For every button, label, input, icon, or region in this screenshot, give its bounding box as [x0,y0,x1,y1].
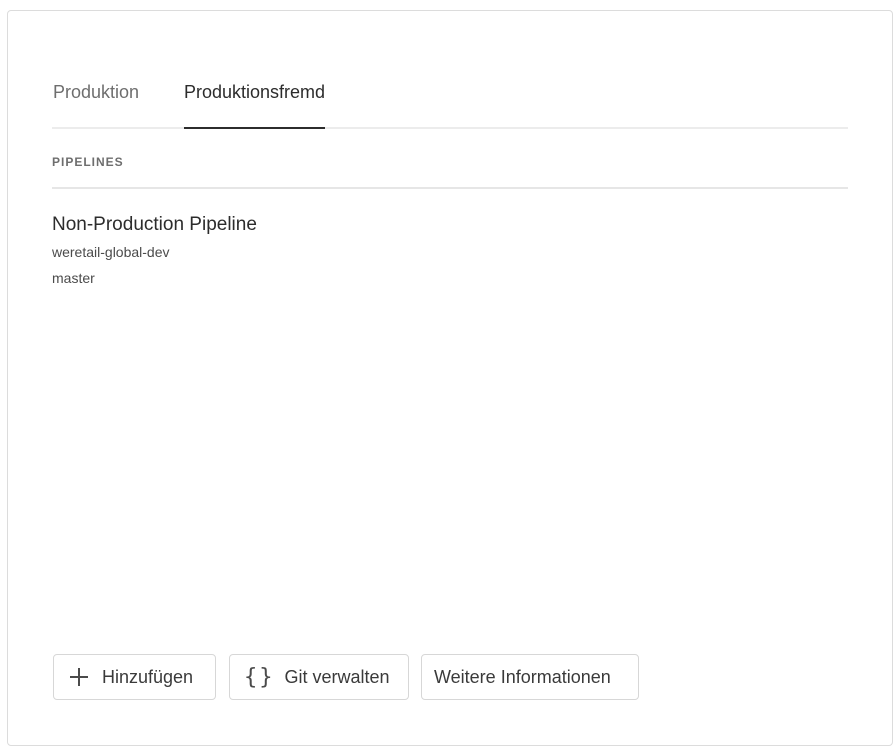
braces-icon: {} [244,664,275,690]
pipeline-branch: master [52,270,95,286]
pipeline-program: weretail-global-dev [52,244,170,260]
tab-bar: Produktion Produktionsfremd [52,77,848,129]
plus-icon [70,668,88,686]
more-info-button-label: Weitere Informationen [434,666,611,687]
pipelines-section-header: PIPELINES [52,147,848,189]
pipelines-card: Produktion Produktionsfremd PIPELINES No… [7,10,893,746]
more-info-button[interactable]: Weitere Informationen [421,654,639,700]
pipeline-name[interactable]: Non-Production Pipeline [52,211,452,239]
add-button-label: Hinzufügen [102,666,194,687]
pipeline-list-item[interactable]: Non-Production Pipeline weretail-global-… [52,211,452,291]
manage-git-button-label: Git verwalten [284,666,390,687]
tab-produktion[interactable]: Produktion [53,77,139,127]
add-button[interactable]: Hinzufügen [53,654,216,700]
manage-git-button[interactable]: {} Git verwalten [229,654,409,700]
tab-produktionsfremd[interactable]: Produktionsfremd [184,77,326,129]
